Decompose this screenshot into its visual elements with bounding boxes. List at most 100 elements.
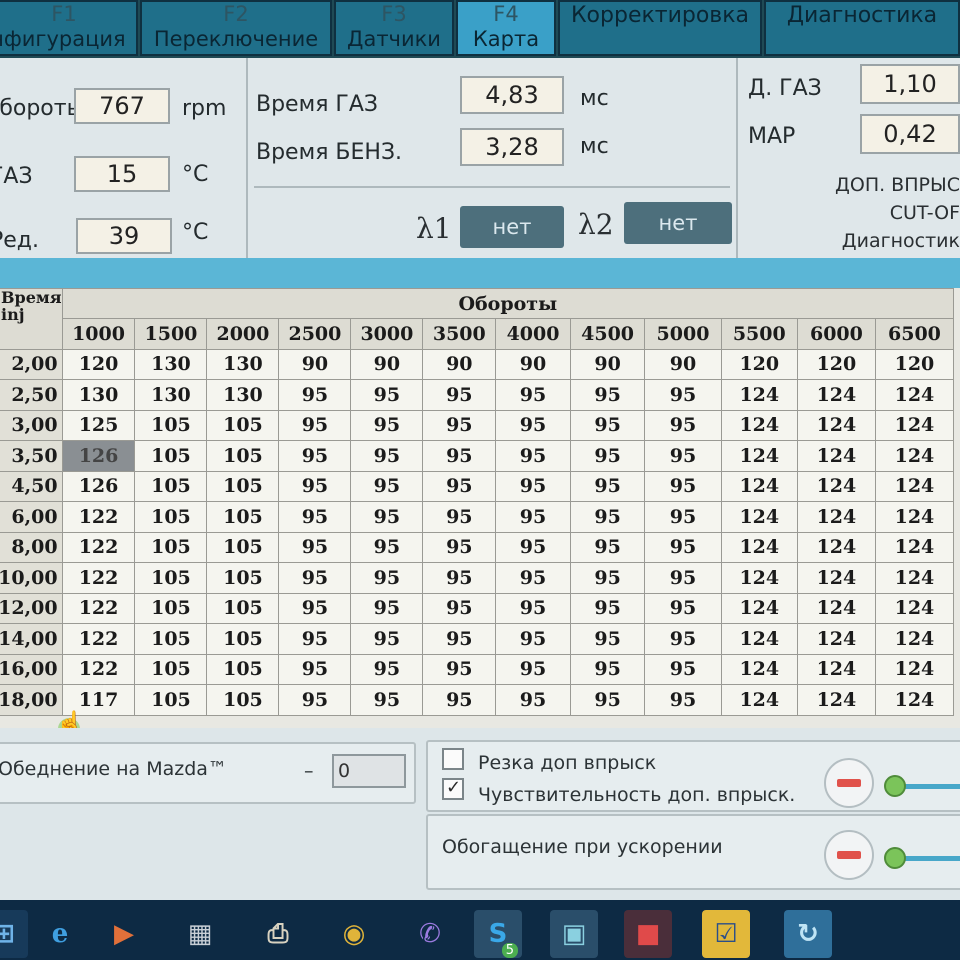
map-cell[interactable]: 95 (495, 592, 571, 624)
map-cell[interactable]: 105 (134, 409, 208, 441)
tab-sensors[interactable]: F3 Датчики (334, 0, 454, 56)
tab-correction[interactable]: Корректировка (558, 0, 762, 56)
map-cell[interactable]: 130 (134, 379, 208, 411)
map-cell[interactable]: 124 (720, 562, 798, 594)
map-cell[interactable]: 124 (720, 501, 798, 533)
map-cell[interactable]: 105 (134, 623, 208, 655)
map-cell[interactable]: 95 (422, 592, 497, 624)
map-cell[interactable]: 105 (134, 531, 208, 563)
map-cell[interactable]: 126 (61, 440, 136, 472)
map-cell[interactable]: 95 (350, 501, 424, 533)
map-cell[interactable]: 122 (61, 562, 136, 594)
map-cell[interactable]: 95 (644, 501, 722, 533)
tab-switching[interactable]: F2 Переключение (140, 0, 332, 56)
map-cell[interactable]: 95 (350, 623, 424, 655)
map-cell[interactable]: 122 (61, 592, 136, 624)
map-cell[interactable]: 95 (644, 623, 722, 655)
map-cell[interactable]: 124 (874, 562, 955, 594)
map-cell[interactable]: 95 (644, 653, 722, 685)
remote-desktop-icon[interactable]: ▣ (550, 910, 598, 958)
map-cell[interactable]: 90 (350, 348, 424, 380)
map-cell[interactable]: 130 (61, 379, 136, 411)
map-cell[interactable]: 95 (350, 562, 424, 594)
map-cell[interactable]: 122 (61, 501, 136, 533)
map-cell[interactable]: 95 (350, 653, 424, 685)
map-cell[interactable]: 95 (569, 470, 646, 502)
map-cell[interactable]: 95 (569, 653, 646, 685)
map-cell[interactable]: 105 (206, 562, 280, 594)
map-cell[interactable]: 95 (422, 379, 497, 411)
map-cell[interactable]: 124 (720, 684, 798, 716)
map-cell[interactable]: 124 (874, 531, 955, 563)
map-cell[interactable]: 124 (796, 623, 876, 655)
map-cell[interactable]: 124 (796, 684, 876, 716)
map-cell[interactable]: 105 (134, 653, 208, 685)
map-cell[interactable]: 90 (569, 348, 646, 380)
map-cell[interactable]: 130 (206, 379, 280, 411)
map-cell[interactable]: 95 (569, 684, 646, 716)
map-cell[interactable]: 126 (61, 470, 136, 502)
map-cell[interactable]: 95 (569, 440, 646, 472)
map-cell[interactable]: 124 (874, 592, 955, 624)
map-cell[interactable]: 95 (495, 501, 571, 533)
map-cell[interactable]: 105 (206, 531, 280, 563)
map-cell[interactable]: 124 (720, 592, 798, 624)
acceleration-slider-knob[interactable] (884, 847, 906, 869)
map-cell[interactable]: 95 (569, 562, 646, 594)
map-cell[interactable]: 95 (644, 531, 722, 563)
map-cell[interactable]: 95 (495, 623, 571, 655)
map-cell[interactable]: 95 (495, 409, 571, 441)
map-cell[interactable]: 124 (720, 623, 798, 655)
map-cell[interactable]: 95 (422, 684, 497, 716)
map-cell[interactable]: 105 (134, 470, 208, 502)
map-cell[interactable]: 95 (278, 684, 352, 716)
map-cell[interactable]: 95 (278, 409, 352, 441)
map-cell[interactable]: 105 (206, 440, 280, 472)
map-cell[interactable]: 95 (350, 409, 424, 441)
mazda-lean-input[interactable] (332, 754, 406, 788)
map-cell[interactable]: 124 (796, 562, 876, 594)
map-cell[interactable]: 95 (422, 623, 497, 655)
map-cell[interactable]: 105 (134, 501, 208, 533)
map-cell[interactable]: 95 (350, 379, 424, 411)
map-cell[interactable]: 90 (495, 348, 571, 380)
injection-sensitivity-checkbox[interactable] (442, 777, 464, 800)
map-cell[interactable]: 95 (569, 501, 646, 533)
map-cell[interactable]: 95 (350, 470, 424, 502)
map-cell[interactable]: 124 (720, 653, 798, 685)
map-cell[interactable]: 122 (61, 623, 136, 655)
map-cell[interactable]: 95 (569, 379, 646, 411)
chrome-icon[interactable]: ◉ (330, 910, 378, 958)
map-cell[interactable]: 95 (350, 592, 424, 624)
map-cell[interactable]: 95 (495, 470, 571, 502)
map-cell[interactable]: 95 (278, 623, 352, 655)
map-cell[interactable]: 95 (644, 379, 722, 411)
map-cell[interactable]: 95 (278, 501, 352, 533)
map-cell[interactable]: 124 (720, 379, 798, 411)
map-cell[interactable]: 95 (644, 409, 722, 441)
map-cell[interactable]: 105 (206, 470, 280, 502)
map-cell[interactable]: 130 (206, 348, 280, 380)
map-cell[interactable]: 105 (206, 623, 280, 655)
map-cell[interactable]: 122 (61, 531, 136, 563)
map-cell[interactable]: 95 (569, 409, 646, 441)
map-cell[interactable]: 124 (796, 470, 876, 502)
map-cell[interactable]: 95 (495, 531, 571, 563)
map-cell[interactable]: 95 (422, 653, 497, 685)
map-cell[interactable]: 105 (206, 684, 280, 716)
map-cell[interactable]: 90 (644, 348, 722, 380)
sensitivity-slider-knob[interactable] (884, 775, 906, 797)
browser-icon[interactable]: ↻ (784, 910, 832, 958)
map-cell[interactable]: 95 (278, 653, 352, 685)
map-cell[interactable]: 95 (422, 470, 497, 502)
skype-icon[interactable]: S5 (474, 910, 522, 958)
map-cell[interactable]: 124 (874, 653, 955, 685)
map-cell[interactable]: 124 (720, 531, 798, 563)
tab-map[interactable]: F4 Карта (456, 0, 556, 56)
map-cell[interactable]: 95 (422, 440, 497, 472)
tab-diagnostics[interactable]: Диагностика (764, 0, 960, 56)
map-cell[interactable]: 95 (644, 562, 722, 594)
map-cell[interactable]: 124 (874, 501, 955, 533)
map-cell[interactable]: 120 (720, 348, 798, 380)
map-cell[interactable]: 124 (874, 379, 955, 411)
